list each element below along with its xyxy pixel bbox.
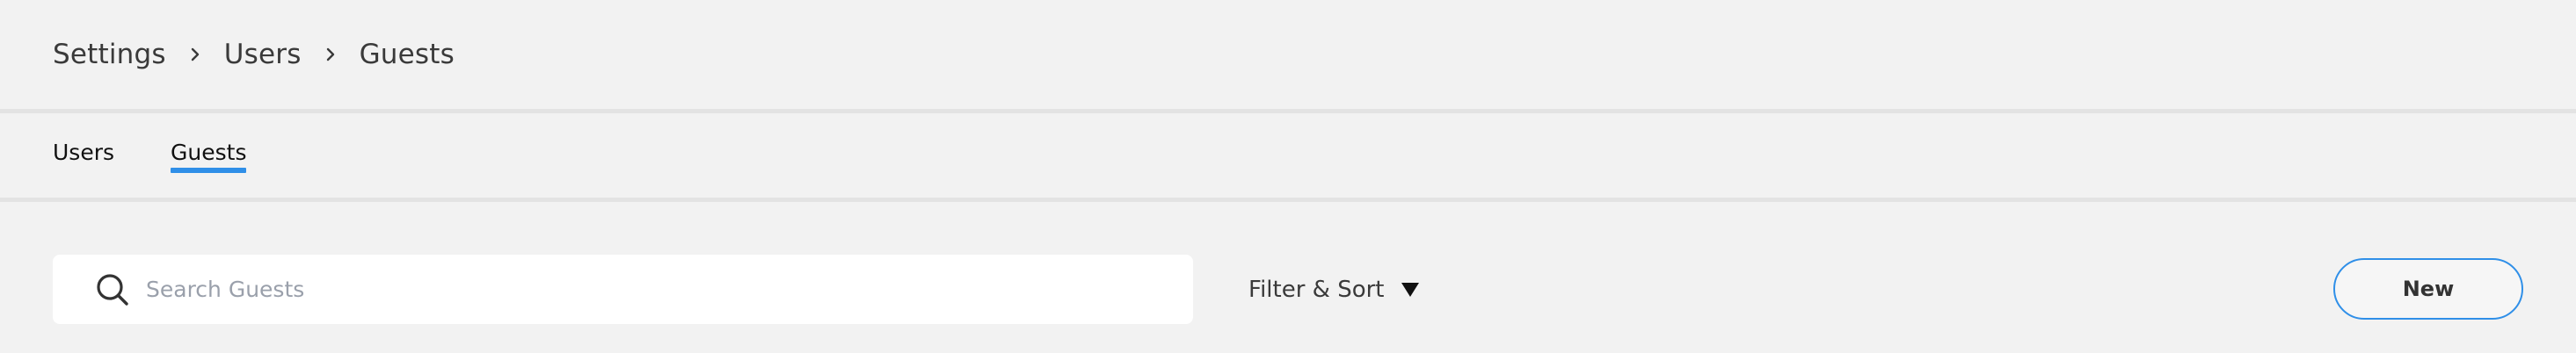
filter-sort-dropdown[interactable]: Filter & Sort xyxy=(1248,255,1420,324)
breadcrumb-settings[interactable]: Settings xyxy=(53,39,166,70)
filter-sort-label: Filter & Sort xyxy=(1248,276,1385,303)
search-icon xyxy=(93,270,132,309)
caret-down-icon xyxy=(1401,282,1420,298)
tab-guests[interactable]: Guests xyxy=(171,113,247,173)
new-guest-button[interactable]: New xyxy=(2333,258,2523,320)
search-box[interactable] xyxy=(53,255,1193,324)
tabs-divider xyxy=(0,198,2576,202)
breadcrumb-users[interactable]: Users xyxy=(224,39,302,70)
search-input[interactable] xyxy=(144,262,1115,317)
chevron-right-icon xyxy=(175,44,215,65)
guests-settings-page: Settings Users Guests Users Guests Filte… xyxy=(0,0,2576,353)
tab-users[interactable]: Users xyxy=(53,113,114,165)
breadcrumb: Settings Users Guests xyxy=(53,0,455,109)
tab-bar: Users Guests xyxy=(53,113,247,198)
breadcrumb-guests: Guests xyxy=(359,39,455,70)
chevron-right-icon xyxy=(310,44,351,65)
header-divider xyxy=(0,109,2576,113)
